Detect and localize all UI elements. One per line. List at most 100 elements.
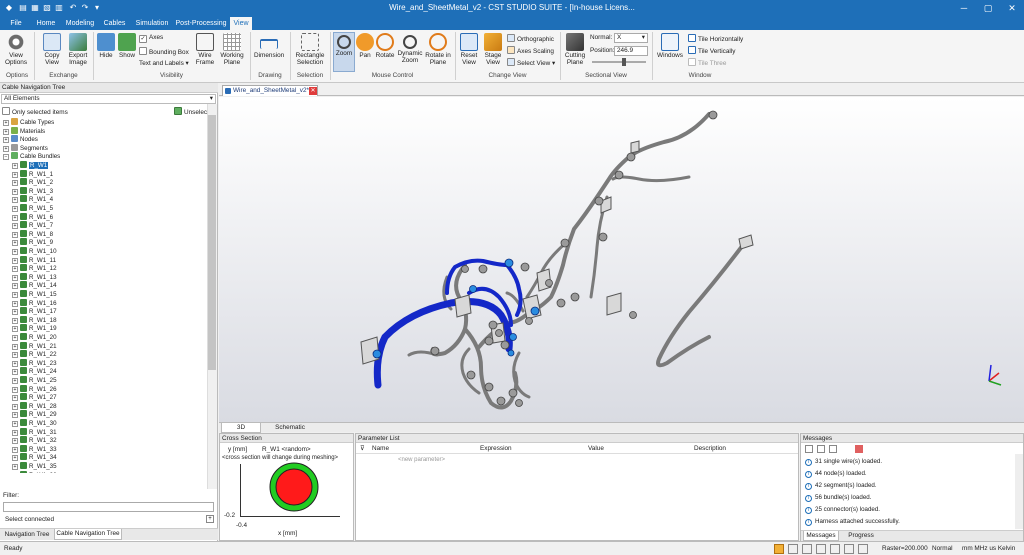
- expand-icon[interactable]: +: [12, 197, 18, 204]
- tree-item-bundle[interactable]: + R_W1_12: [12, 264, 57, 273]
- tree-item-segments[interactable]: + Segments: [3, 143, 48, 153]
- tree-scroll-thumb[interactable]: [208, 115, 216, 370]
- color-icon[interactable]: [858, 544, 868, 554]
- tree-item-bundle[interactable]: + R_W1_24: [12, 367, 57, 376]
- tab-simulation[interactable]: Simulation: [132, 17, 172, 30]
- close-icon[interactable]: ✕: [1000, 0, 1024, 17]
- error-icon[interactable]: [855, 445, 863, 453]
- close-tab-icon[interactable]: ✕: [309, 87, 317, 95]
- tree-item-bundle[interactable]: + R_W1_9: [12, 238, 53, 247]
- tab-home[interactable]: Home: [33, 17, 59, 30]
- column-value[interactable]: Value: [588, 445, 604, 453]
- tab-navigation-tree[interactable]: Navigation Tree: [2, 530, 52, 540]
- tree-item-bundle[interactable]: +R_W1_36: [12, 470, 57, 473]
- rectangle-selection-button[interactable]: Rectangle Selection: [293, 33, 327, 66]
- expand-icon[interactable]: +: [12, 429, 18, 436]
- bounding-box-checkbox[interactable]: Bounding Box: [139, 47, 189, 57]
- normal-select[interactable]: X ▾: [614, 33, 648, 43]
- tab-schematic[interactable]: Schematic: [265, 423, 315, 433]
- tree-item-bundle[interactable]: + R_W1_10: [12, 247, 57, 256]
- tree-item-cable-bundles[interactable]: − Cable Bundles: [3, 152, 60, 161]
- clear-icon[interactable]: [805, 445, 813, 453]
- tree-item-bundle[interactable]: + R_W1_23: [12, 358, 57, 368]
- expand-icon[interactable]: +: [12, 446, 18, 453]
- expand-icon[interactable]: +: [12, 369, 18, 376]
- expand-icon[interactable]: +: [12, 378, 18, 384]
- expand-icon[interactable]: +: [12, 395, 18, 402]
- tree-item-materials[interactable]: + Materials: [3, 126, 45, 136]
- expand-icon[interactable]: +: [12, 180, 18, 187]
- grid-icon[interactable]: [788, 544, 798, 554]
- text-labels-dropdown[interactable]: Text and Labels ▾: [139, 60, 189, 68]
- tree-item-bundle[interactable]: + R_W1_22: [12, 350, 57, 359]
- expand-icon[interactable]: +: [12, 317, 18, 324]
- pan-button[interactable]: Pan: [356, 33, 374, 59]
- export-image-button[interactable]: Export Image: [66, 33, 90, 66]
- element-filter-select[interactable]: All Elements ▾: [1, 94, 216, 104]
- expand-icon[interactable]: +: [12, 464, 18, 470]
- expand-icon[interactable]: +: [12, 335, 18, 341]
- tab-view[interactable]: View: [230, 17, 252, 31]
- warning-icon[interactable]: [817, 445, 825, 453]
- position-slider[interactable]: [592, 61, 646, 63]
- column-description[interactable]: Description: [694, 445, 726, 453]
- tree-item-bundle[interactable]: + R_W1_29: [12, 410, 57, 419]
- expand-icon[interactable]: +: [12, 360, 18, 367]
- snap-icon[interactable]: [802, 544, 812, 554]
- expand-icon[interactable]: +: [3, 145, 9, 152]
- expand-icon[interactable]: −: [3, 154, 9, 161]
- tree-item-bundle[interactable]: + R_W1_30: [12, 419, 57, 428]
- tree-item-bundle[interactable]: + R_W1_32: [12, 436, 57, 445]
- tile-vertically-button[interactable]: Tile Vertically: [688, 46, 735, 56]
- expand-icon[interactable]: +: [12, 386, 18, 393]
- filter-icon[interactable]: ⊽: [360, 445, 365, 453]
- filter-input[interactable]: [3, 502, 214, 512]
- tree-item-bundle[interactable]: + R_W1_33: [12, 444, 57, 454]
- tree-item-bundle[interactable]: + R_W1_5: [12, 204, 53, 213]
- tab-modeling[interactable]: Modeling: [63, 17, 97, 30]
- 3d-viewport[interactable]: [219, 97, 1024, 422]
- tree-item-bundle[interactable]: + R_W1_6: [12, 212, 53, 222]
- zoom-icon[interactable]: [774, 544, 784, 554]
- expand-icon[interactable]: +: [12, 352, 18, 359]
- stage-view-button[interactable]: Stage View: [482, 33, 504, 66]
- expand-icon[interactable]: +: [12, 455, 18, 462]
- document-tab[interactable]: Wire_and_SheetMetal_v2* ✕: [222, 85, 318, 96]
- tab-post-processing[interactable]: Post-Processing: [175, 17, 227, 30]
- tree-item-bundle[interactable]: + R_W1_14: [12, 281, 57, 290]
- expand-icon[interactable]: +: [3, 128, 9, 135]
- expand-icon[interactable]: +: [12, 163, 18, 169]
- slider-thumb[interactable]: [622, 58, 626, 66]
- position-input[interactable]: 246.9: [614, 46, 648, 56]
- tile-horizontally-button[interactable]: Tile Horizontally: [688, 34, 743, 44]
- orthographic-button[interactable]: Orthographic: [507, 34, 554, 44]
- view-options-button[interactable]: View Options: [4, 33, 28, 66]
- tree-item-bundle[interactable]: + R_W1_8: [12, 229, 53, 239]
- tree-item-bundle[interactable]: + R_W1_2: [12, 178, 53, 187]
- new-parameter-row[interactable]: <new parameter>: [398, 456, 445, 464]
- expand-icon[interactable]: +: [12, 206, 18, 212]
- tree-item-cable-types[interactable]: + Cable Types: [3, 118, 54, 127]
- tab-file[interactable]: File: [6, 17, 26, 30]
- dynamic-zoom-button[interactable]: Dynamic Zoom: [397, 33, 423, 64]
- expand-icon[interactable]: +: [12, 403, 18, 410]
- wire-frame-button[interactable]: Wire Frame: [194, 33, 216, 66]
- hide-button[interactable]: Hide: [96, 33, 116, 59]
- tree-item-bundle[interactable]: + R_W1_7: [12, 221, 53, 230]
- tree-item-bundle[interactable]: + R_W1_34: [12, 453, 57, 462]
- tree-item-bundle[interactable]: + R_W1_20: [12, 333, 57, 342]
- expand-icon[interactable]: +: [12, 240, 18, 247]
- tree-item-bundle[interactable]: + R_W1_26: [12, 384, 57, 394]
- tree-item-bundle[interactable]: + R_W1_27: [12, 393, 57, 402]
- tree-item-bundle[interactable]: + R_W1_19: [12, 324, 57, 333]
- tree-item-bundle[interactable]: + R_W1_13: [12, 272, 57, 282]
- tab-cable-navigation-tree[interactable]: Cable Navigation Tree: [54, 529, 122, 540]
- tree-item-bundle[interactable]: + R_W1_21: [12, 341, 57, 351]
- expand-icon[interactable]: +: [12, 266, 18, 273]
- tree-item-bundle[interactable]: + R_W1_15: [12, 290, 57, 299]
- expand-icon[interactable]: +: [3, 137, 9, 144]
- working-plane-button[interactable]: Working Plane: [218, 33, 246, 66]
- rotate-in-plane-button[interactable]: Rotate in Plane: [424, 33, 452, 66]
- minimize-icon[interactable]: ─: [952, 0, 976, 17]
- tree-item-bundle[interactable]: + R_W1_18: [12, 315, 57, 325]
